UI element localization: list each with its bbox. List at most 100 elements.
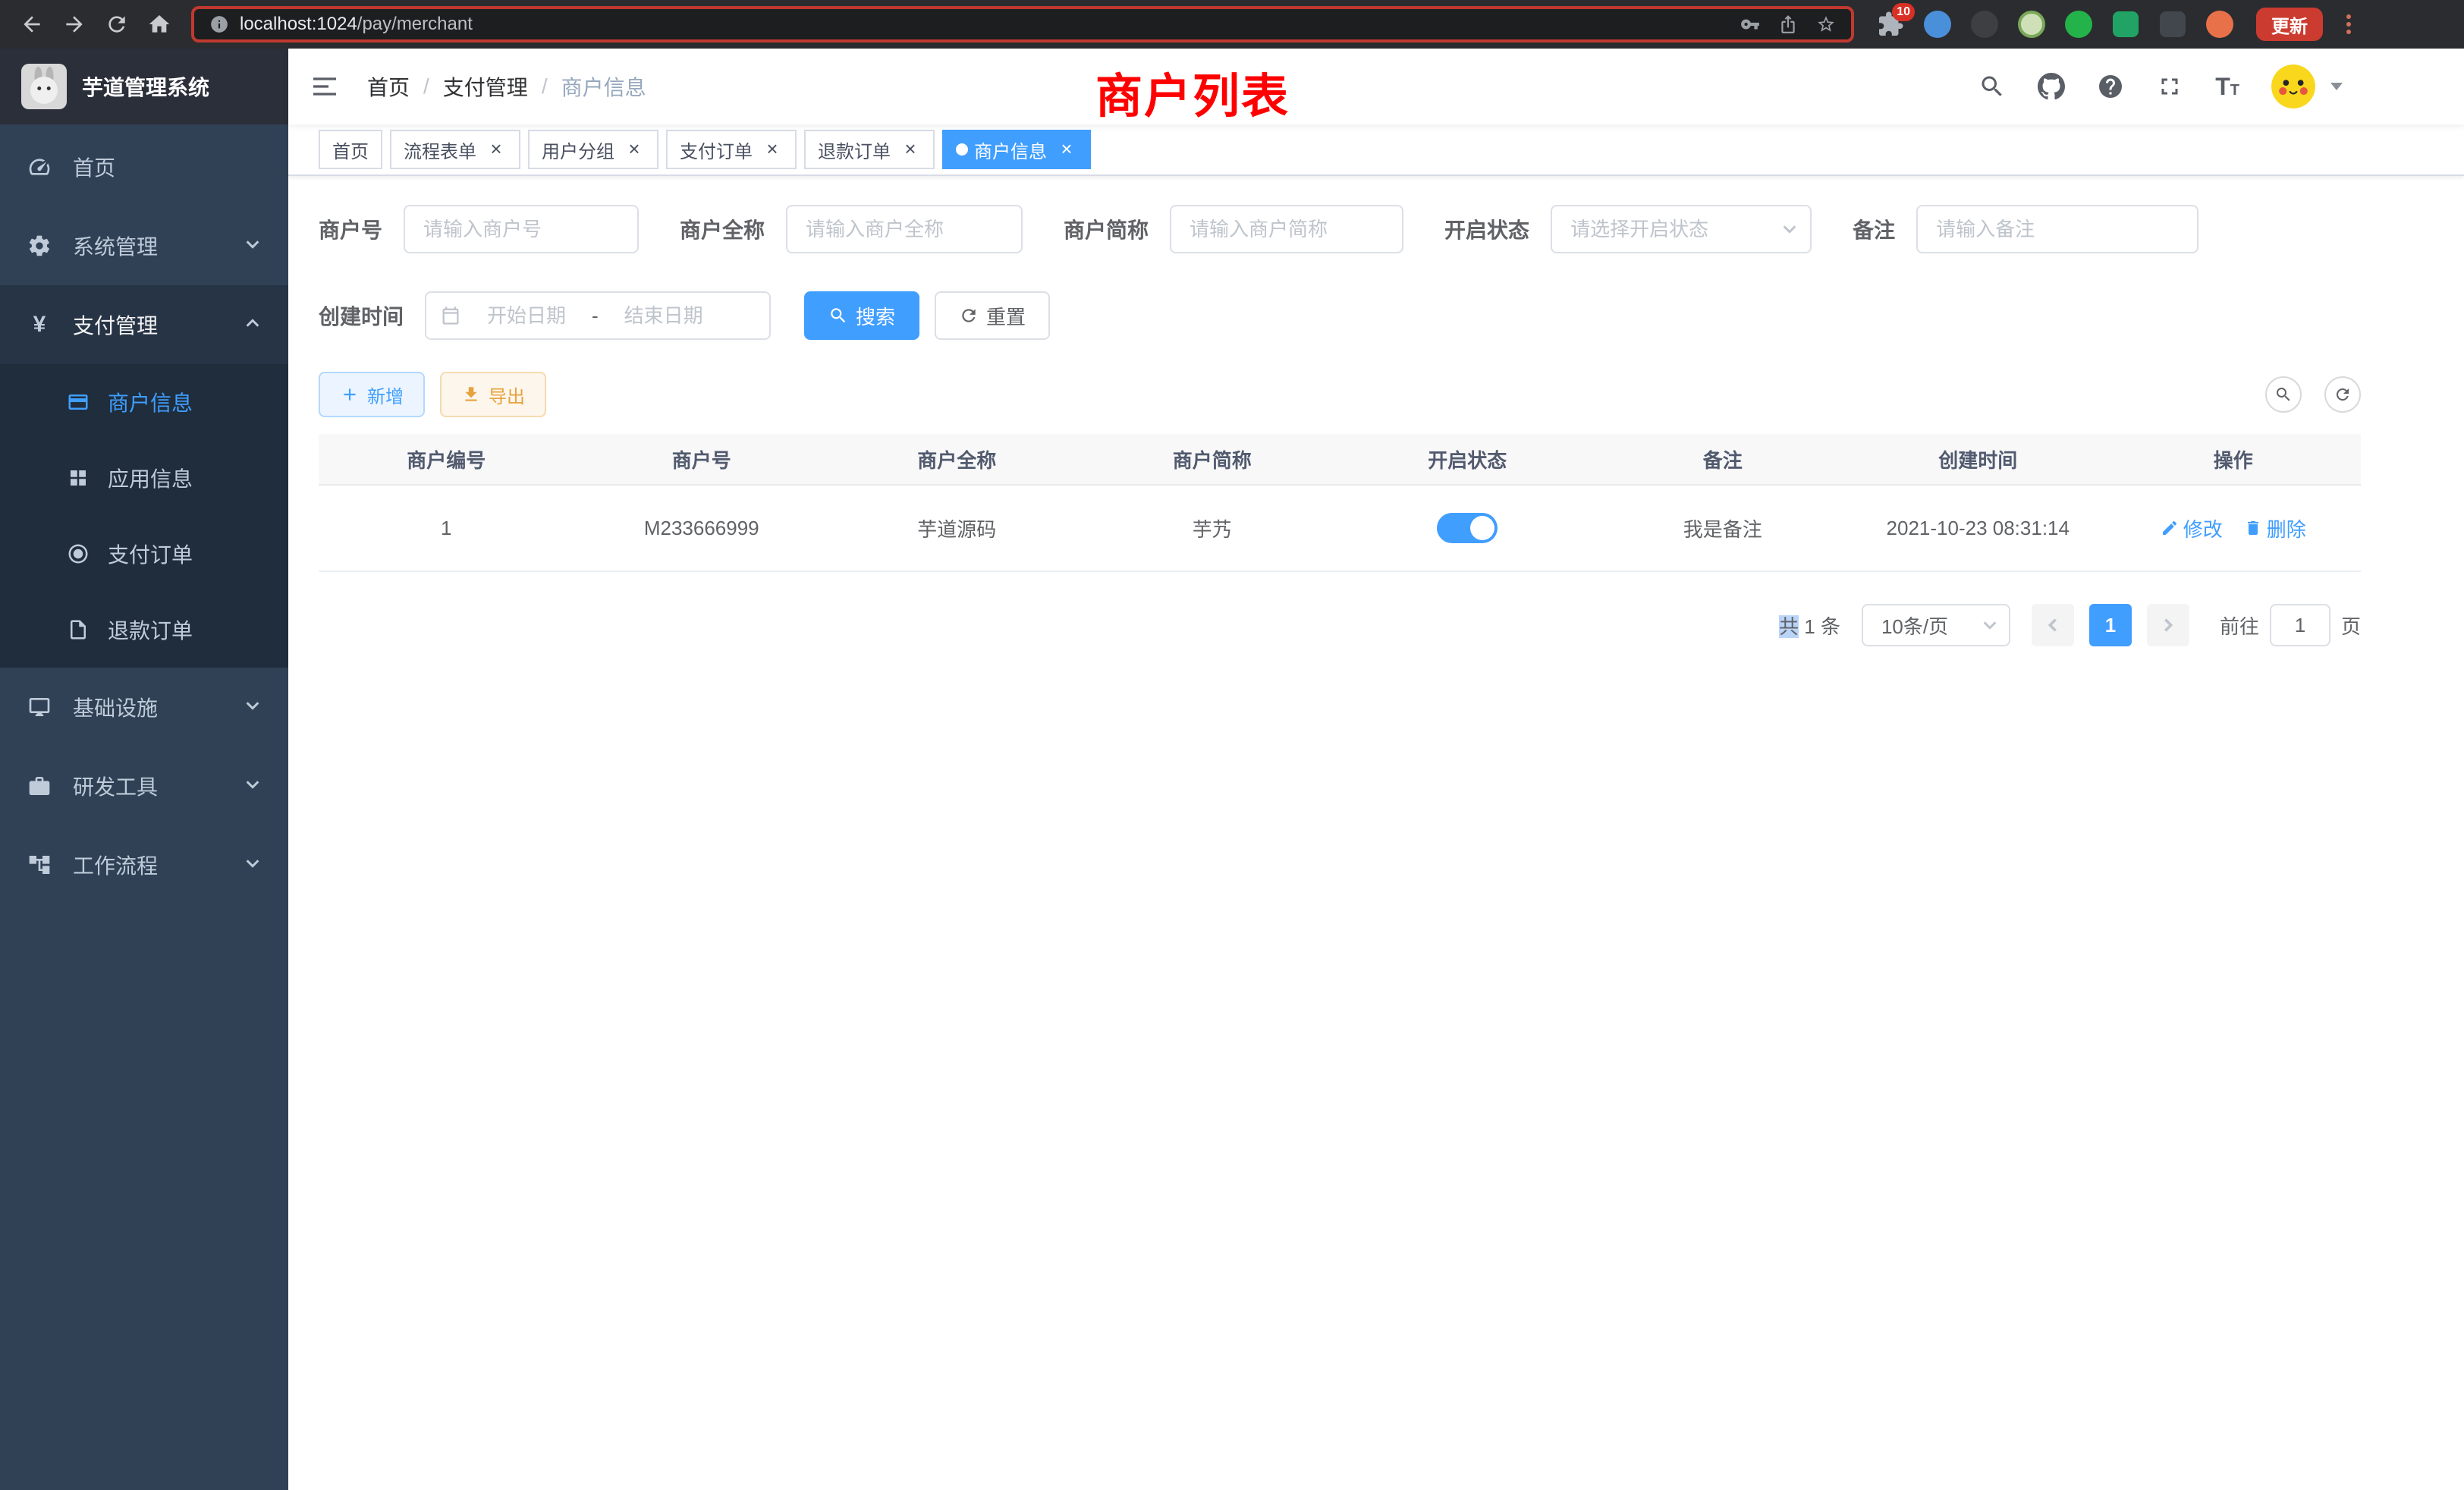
breadcrumb-home[interactable]: 首页 [367, 71, 410, 102]
toolbox-icon [27, 774, 52, 798]
short-name-input[interactable] [1170, 205, 1403, 253]
tab-user-group[interactable]: 用户分组× [528, 130, 658, 169]
bookmark-star-icon[interactable] [1816, 14, 1836, 34]
dashboard-icon [27, 155, 52, 179]
key-icon[interactable] [1740, 14, 1760, 34]
extension-badge: 10 [1892, 3, 1915, 21]
export-button[interactable]: 导出 [440, 372, 546, 417]
search-button[interactable]: 搜索 [804, 291, 919, 340]
column-header: 商户全称 [829, 445, 1085, 473]
font-size-icon[interactable]: TT [2215, 73, 2239, 101]
merchant-table: 商户编号 商户号 商户全称 商户简称 开启状态 备注 创建时间 操作 1 M23… [319, 434, 2361, 572]
table-row: 1 M233666999 芋道源码 芋艿 我是备注 2021-10-23 08:… [319, 486, 2361, 572]
close-icon[interactable]: × [486, 139, 507, 160]
date-start-input[interactable] [470, 304, 583, 328]
sidebar-item-app-info[interactable]: 应用信息 [0, 440, 288, 516]
navbar-actions: TT [1978, 64, 2343, 108]
tab-pay-order[interactable]: 支付订单× [666, 130, 797, 169]
avatar[interactable] [2271, 64, 2315, 108]
sidebar: 芋道管理系统 首页 系统管理 ¥ 支付管理 商户信息 [0, 49, 288, 1490]
extension-icon-blue[interactable] [1922, 9, 1953, 39]
show-search-button[interactable] [2265, 376, 2302, 413]
search-icon[interactable] [1978, 73, 2006, 100]
reset-button[interactable]: 重置 [935, 291, 1050, 340]
fullscreen-icon[interactable] [2156, 73, 2183, 100]
tab-process-form[interactable]: 流程表单× [390, 130, 520, 169]
full-name-input[interactable] [786, 205, 1023, 253]
github-icon[interactable] [2038, 73, 2065, 100]
browser-menu-icon[interactable] [2335, 8, 2362, 41]
tab-refund-order[interactable]: 退款订单× [804, 130, 935, 169]
delete-link[interactable]: 删除 [2244, 514, 2306, 542]
refresh-table-button[interactable] [2324, 376, 2361, 413]
remark-input[interactable] [1916, 205, 2198, 253]
add-button[interactable]: 新增 [319, 372, 425, 417]
extension-puzzle-icon[interactable]: 10 [1875, 9, 1906, 39]
close-icon[interactable]: × [762, 139, 783, 160]
extension-icon-avatar[interactable] [2016, 9, 2047, 39]
next-page-button[interactable] [2147, 604, 2189, 646]
cell-merchant-id: 1 [319, 517, 574, 540]
breadcrumb-separator: / [423, 74, 429, 99]
sidebar-item-workflow[interactable]: 工作流程 [0, 825, 288, 904]
sidebar-item-system[interactable]: 系统管理 [0, 206, 288, 285]
app-title: 芋道管理系统 [82, 71, 209, 102]
back-button[interactable] [12, 5, 52, 44]
chevron-down-icon [244, 234, 261, 258]
home-button[interactable] [140, 5, 179, 44]
forward-button[interactable] [55, 5, 94, 44]
extension-icon-dark[interactable] [1969, 9, 2000, 39]
logo[interactable]: 芋道管理系统 [0, 49, 288, 124]
extension-icon-orange-avatar[interactable] [2205, 9, 2235, 39]
date-end-input[interactable] [608, 304, 720, 328]
document-icon [67, 618, 90, 641]
close-icon[interactable]: × [624, 139, 645, 160]
page-size-select[interactable] [1862, 604, 2010, 646]
remark-label: 备注 [1853, 214, 1895, 244]
tab-merchant-info[interactable]: 商户信息× [942, 130, 1091, 169]
sidebar-item-payment[interactable]: ¥ 支付管理 [0, 285, 288, 364]
browser-update-button[interactable]: 更新 [2256, 8, 2323, 41]
avatar-caret-icon[interactable] [2330, 83, 2343, 90]
close-icon[interactable]: × [1056, 139, 1077, 160]
goto-page-input[interactable] [2270, 604, 2330, 646]
share-icon[interactable] [1778, 14, 1798, 34]
tags-view: 首页 流程表单× 用户分组× 支付订单× 退款订单× 商户信息× [288, 124, 2464, 176]
breadcrumb: 首页 / 支付管理 / 商户信息 [367, 71, 646, 102]
chevron-up-icon [244, 313, 261, 337]
edit-link[interactable]: 修改 [2161, 514, 2223, 542]
sidebar-item-infrastructure[interactable]: 基础设施 [0, 668, 288, 747]
monitor-icon [27, 695, 52, 719]
breadcrumb-current: 商户信息 [561, 71, 646, 102]
extension-icon-pin[interactable] [2158, 9, 2188, 39]
browser-chrome: localhost:1024/pay/merchant 10 更新 [0, 0, 2464, 49]
search-icon [2274, 385, 2293, 404]
extensions-area: 10 [1875, 9, 2235, 39]
goto-label: 前往 [2220, 611, 2259, 640]
sidebar-item-home[interactable]: 首页 [0, 127, 288, 206]
column-header: 商户编号 [319, 445, 574, 473]
payment-submenu: 商户信息 应用信息 支付订单 退款订单 [0, 364, 288, 668]
sidebar-item-merchant-info[interactable]: 商户信息 [0, 364, 288, 440]
tab-home[interactable]: 首页 [319, 130, 382, 169]
reload-button[interactable] [97, 5, 137, 44]
edit-icon [2161, 519, 2179, 537]
yen-icon: ¥ [27, 313, 52, 337]
close-icon[interactable]: × [900, 139, 921, 160]
breadcrumb-payment[interactable]: 支付管理 [443, 71, 528, 102]
sidebar-item-dev-tools[interactable]: 研发工具 [0, 747, 288, 825]
status-select[interactable] [1551, 205, 1812, 253]
address-bar[interactable]: localhost:1024/pay/merchant [191, 6, 1854, 42]
help-icon[interactable] [2097, 73, 2124, 100]
page-number-button[interactable]: 1 [2089, 604, 2132, 646]
prev-page-button[interactable] [2032, 604, 2074, 646]
chevron-down-icon [244, 695, 261, 719]
hamburger-icon[interactable] [310, 70, 343, 103]
status-toggle[interactable] [1437, 513, 1498, 543]
sidebar-item-refund-order[interactable]: 退款订单 [0, 592, 288, 668]
extension-icon-green-circle[interactable] [2063, 9, 2094, 39]
date-range-picker[interactable]: - [425, 291, 771, 340]
sidebar-item-pay-order[interactable]: 支付订单 [0, 516, 288, 592]
merchant-no-input[interactable] [404, 205, 639, 253]
extension-icon-green-square[interactable] [2110, 9, 2141, 39]
